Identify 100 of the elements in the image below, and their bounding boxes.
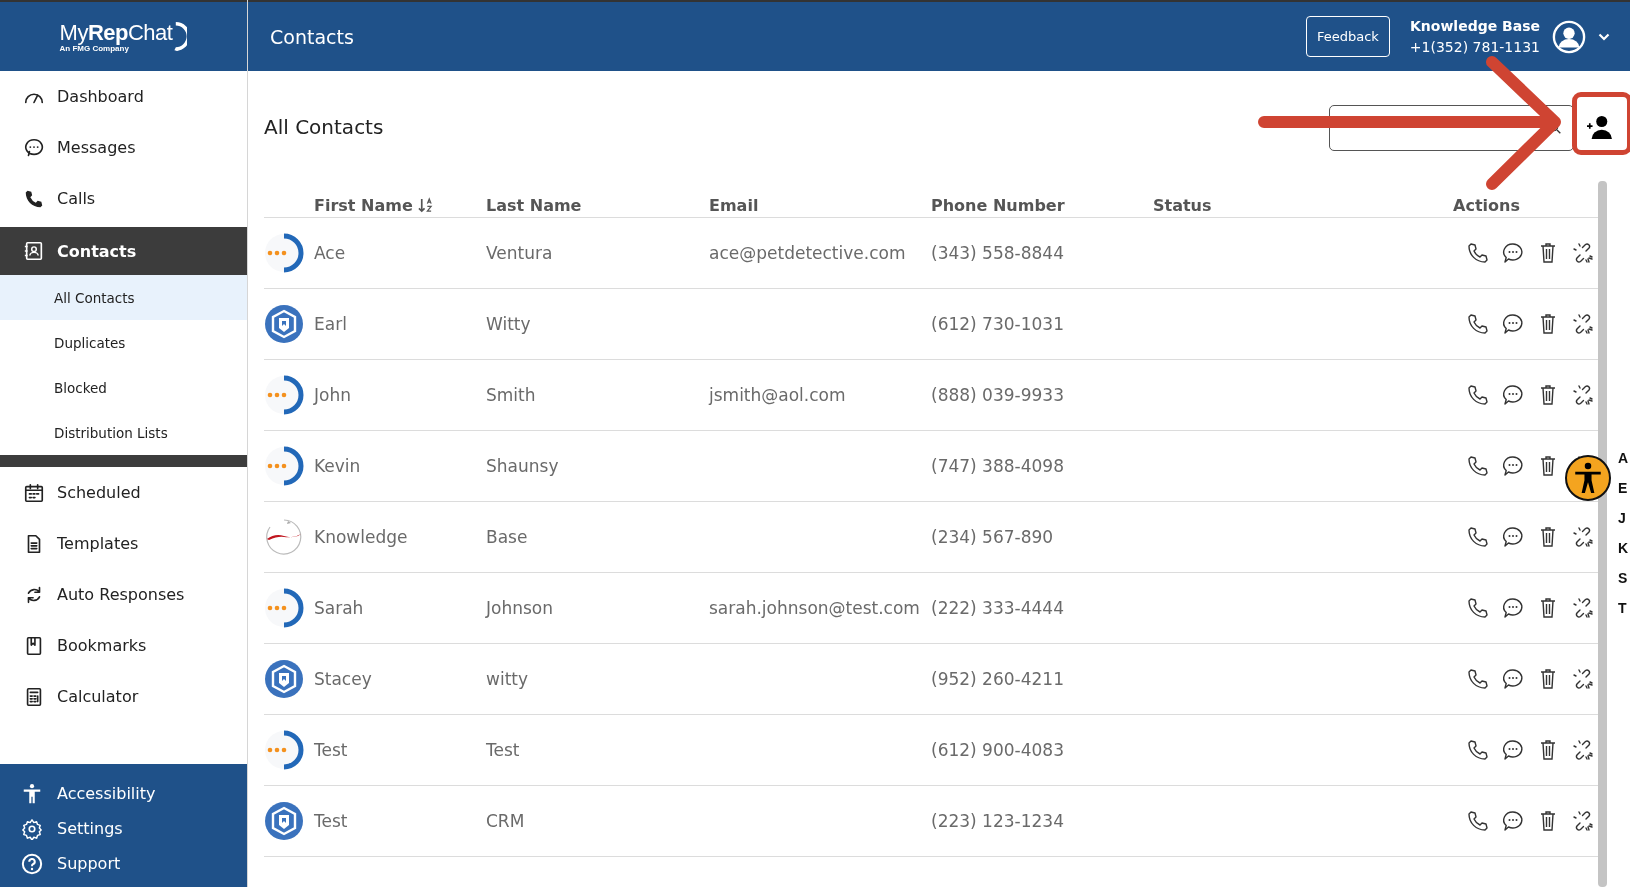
table-cell: (234) 567-890 xyxy=(931,527,1054,547)
table-cell: Stacey xyxy=(314,669,372,689)
table-cell: Knowledge xyxy=(314,527,408,547)
nav-item[interactable]: Auto Responses xyxy=(0,569,247,620)
nav-subitem[interactable]: Distribution Lists xyxy=(0,410,247,455)
accessibility-button[interactable] xyxy=(1565,455,1611,501)
add-person-icon xyxy=(1585,115,1613,139)
table-cell: witty xyxy=(486,669,529,689)
table-cell: (952) 260-4211 xyxy=(931,669,1064,689)
phone-icon[interactable] xyxy=(1466,809,1490,833)
table-cell: (223) 123-1234 xyxy=(931,811,1064,831)
section-title: All Contacts xyxy=(264,115,384,139)
feedback-button[interactable]: Feedback xyxy=(1305,16,1390,57)
chat-icon[interactable] xyxy=(1501,667,1525,691)
broken-link-icon[interactable] xyxy=(1571,312,1595,336)
alphabet-link[interactable]: J xyxy=(1618,510,1630,540)
footer-link[interactable]: Accessibility xyxy=(0,776,247,811)
table-cell: Test xyxy=(314,740,348,760)
table-cell: Ventura xyxy=(486,243,553,263)
broken-link-icon[interactable] xyxy=(1571,738,1595,762)
broken-link-icon[interactable] xyxy=(1571,383,1595,407)
table-cell: (612) 900-4083 xyxy=(931,740,1064,760)
chat-icon[interactable] xyxy=(1501,454,1525,478)
broken-link-icon[interactable] xyxy=(1571,667,1595,691)
dots-logo-icon xyxy=(264,588,304,628)
footer-link[interactable]: Support xyxy=(0,846,247,881)
accessibility-icon xyxy=(21,782,43,805)
hexagon-logo-icon xyxy=(264,304,304,344)
avatar-icon[interactable] xyxy=(1552,19,1586,54)
table-cell: (343) 558-8844 xyxy=(931,243,1064,263)
contacts-icon xyxy=(23,240,45,262)
chat-icon[interactable] xyxy=(1501,383,1525,407)
nav-item[interactable]: Messages xyxy=(0,122,247,173)
chat-icon[interactable] xyxy=(1501,525,1525,549)
table-cell: John xyxy=(314,385,351,405)
table-cell: Witty xyxy=(486,314,531,334)
nav-item[interactable]: Dashboard xyxy=(0,71,247,122)
table-cell: CRM xyxy=(486,811,525,831)
dots-logo-icon xyxy=(264,730,304,770)
chat-icon[interactable] xyxy=(1501,596,1525,620)
scrollbar[interactable] xyxy=(1598,181,1607,887)
broken-link-icon[interactable] xyxy=(1571,596,1595,620)
nav-subitem[interactable]: Blocked xyxy=(0,365,247,410)
logo: MyRepChat An FMG Company xyxy=(59,20,173,53)
table-cell: Sarah xyxy=(314,598,364,618)
broken-link-icon[interactable] xyxy=(1571,525,1595,549)
column-header[interactable]: First Name xyxy=(314,196,486,215)
nav-item[interactable]: Templates xyxy=(0,518,247,569)
calendar-icon xyxy=(23,481,45,504)
table-cell: Kevin xyxy=(314,456,361,476)
table-cell: ace@petdetective.com xyxy=(709,243,906,263)
table-cell: Shaunsy xyxy=(486,456,559,476)
alphabet-link[interactable]: A xyxy=(1618,450,1630,480)
nav-item[interactable]: Contacts xyxy=(0,227,247,275)
account-name: Knowledge Base xyxy=(1409,16,1540,36)
page-title: Contacts xyxy=(270,25,354,48)
nav-item[interactable]: Scheduled xyxy=(0,467,247,518)
nav-subitem[interactable]: Duplicates xyxy=(0,320,247,365)
table-cell: Test xyxy=(314,811,348,831)
table-cell: jsmith@aol.com xyxy=(709,385,846,405)
table-cell: sarah.johnson@test.com xyxy=(709,598,920,618)
phone-icon[interactable] xyxy=(1466,383,1490,407)
chat-icon[interactable] xyxy=(1501,312,1525,336)
chat-icon[interactable] xyxy=(1501,809,1525,833)
alphabet-link[interactable]: E xyxy=(1618,480,1630,510)
table-cell: (222) 333-4444 xyxy=(931,598,1064,618)
column-header: Phone Number xyxy=(931,196,1066,215)
sort-icon[interactable] xyxy=(417,197,433,214)
nav-item[interactable]: Bookmarks xyxy=(0,620,247,671)
nav-subitem[interactable]: All Contacts xyxy=(0,275,247,320)
phone-icon[interactable] xyxy=(1466,241,1490,265)
chevron-down-icon[interactable] xyxy=(1598,32,1610,41)
table-cell: Test xyxy=(486,740,520,760)
help-icon xyxy=(21,852,43,875)
nav-item[interactable]: Calculator xyxy=(0,671,247,722)
nav-item[interactable]: Calls xyxy=(0,173,247,224)
table-cell: Smith xyxy=(486,385,536,405)
chat-icon[interactable] xyxy=(1501,738,1525,762)
phone-icon[interactable] xyxy=(1466,667,1490,691)
phone-icon[interactable] xyxy=(1466,312,1490,336)
footer-link[interactable]: Settings xyxy=(0,811,247,846)
chat-icon xyxy=(23,136,45,159)
annotation-box xyxy=(1572,92,1630,155)
phone-icon[interactable] xyxy=(1466,738,1490,762)
column-header: Actions xyxy=(1452,196,1521,215)
column-header: Last Name xyxy=(486,196,583,215)
phone-icon[interactable] xyxy=(1466,525,1490,549)
alphabet-link[interactable]: K xyxy=(1618,540,1630,570)
dots-logo-icon xyxy=(264,375,304,415)
broken-link-icon[interactable] xyxy=(1571,809,1595,833)
phone-icon[interactable] xyxy=(1466,596,1490,620)
chat-icon[interactable] xyxy=(1501,241,1525,265)
table-cell: Base xyxy=(486,527,528,547)
swoosh-logo-icon xyxy=(264,517,304,557)
dots-logo-icon xyxy=(264,233,304,273)
settings-icon xyxy=(21,817,43,840)
alphabet-link[interactable]: T xyxy=(1618,600,1630,630)
broken-link-icon[interactable] xyxy=(1571,241,1595,265)
phone-icon[interactable] xyxy=(1466,454,1490,478)
alphabet-link[interactable]: S xyxy=(1618,570,1630,600)
